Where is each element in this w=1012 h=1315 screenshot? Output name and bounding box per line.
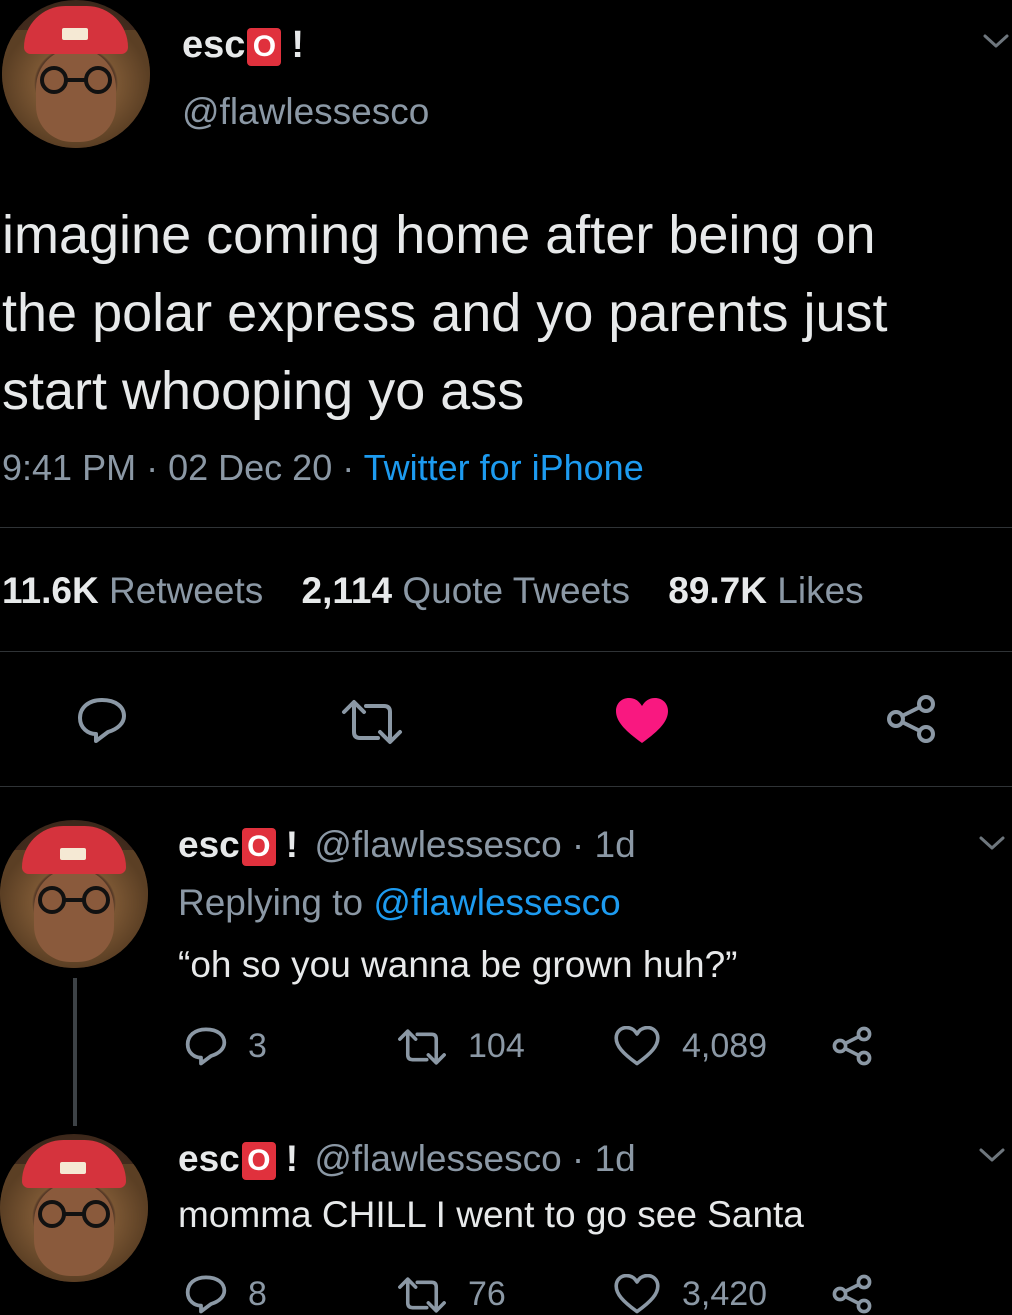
retweet-count: 104 xyxy=(468,1027,525,1065)
tweet-stats: 11.6K Retweets 2,114 Quote Tweets 89.7K … xyxy=(2,568,864,614)
share-icon[interactable] xyxy=(830,1026,874,1066)
tweet-text: imagine coming home after being on the p… xyxy=(2,205,888,421)
divider xyxy=(0,527,1012,528)
retweet-icon[interactable] xyxy=(340,698,404,746)
avatar[interactable] xyxy=(0,820,148,968)
share-icon[interactable] xyxy=(884,694,938,744)
chevron-down-icon[interactable] xyxy=(978,1146,1006,1164)
like-count: 3,420 xyxy=(682,1275,768,1313)
like-count: 4,089 xyxy=(682,1027,768,1065)
reply-icon[interactable] xyxy=(184,1026,228,1066)
heart-icon[interactable] xyxy=(614,1274,660,1314)
name-badge: O xyxy=(247,27,282,66)
reply-text: “oh so you wanna be grown huh?” xyxy=(178,944,738,985)
reply-count: 3 xyxy=(248,1027,267,1065)
thread-line xyxy=(73,978,77,1126)
reply-text: momma CHILL I went to go see Santa xyxy=(178,1194,804,1235)
tweet-time[interactable]: 9:41 PM xyxy=(2,447,136,488)
name-badge: O xyxy=(241,828,276,867)
reply-handle-time[interactable]: @flawlessesco · 1d xyxy=(314,824,635,865)
tweet-meta: 9:41 PM · 02 Dec 20 · Twitter for iPhone xyxy=(2,447,644,488)
display-name[interactable]: esc O! xyxy=(182,22,304,68)
name-badge: O xyxy=(241,1142,276,1181)
chevron-down-icon[interactable] xyxy=(978,834,1006,852)
handle[interactable]: @flawlessesco xyxy=(182,90,429,134)
chevron-down-icon[interactable] xyxy=(982,32,1010,50)
share-icon[interactable] xyxy=(830,1274,874,1314)
likes-stat[interactable]: 89.7K Likes xyxy=(668,570,863,611)
tweet-source[interactable]: Twitter for iPhone xyxy=(364,447,644,488)
heart-icon[interactable] xyxy=(614,696,670,746)
retweet-icon[interactable] xyxy=(396,1028,448,1066)
reply-icon[interactable] xyxy=(184,1274,228,1314)
reply-icon[interactable] xyxy=(76,696,128,744)
avatar[interactable] xyxy=(2,0,150,148)
retweet-count: 76 xyxy=(468,1275,506,1313)
reply-header: esc O! @flawlessesco · 1d xyxy=(178,824,636,867)
tweet-date[interactable]: 02 Dec 20 xyxy=(168,447,332,488)
reply-header: esc O! @flawlessesco · 1d xyxy=(178,1138,636,1181)
retweet-icon[interactable] xyxy=(396,1276,448,1314)
divider xyxy=(0,786,1012,787)
divider xyxy=(0,651,1012,652)
reply-handle-time[interactable]: @flawlessesco · 1d xyxy=(314,1138,635,1179)
avatar[interactable] xyxy=(0,1134,148,1282)
retweets-stat[interactable]: 11.6K Retweets xyxy=(2,570,263,611)
heart-icon[interactable] xyxy=(614,1026,660,1066)
quote-tweets-stat[interactable]: 2,114 Quote Tweets xyxy=(302,570,630,611)
reply-count: 8 xyxy=(248,1275,267,1313)
replying-to-handle[interactable]: @flawlessesco xyxy=(373,882,620,923)
replying-to: Replying to @flawlessesco xyxy=(178,882,621,923)
